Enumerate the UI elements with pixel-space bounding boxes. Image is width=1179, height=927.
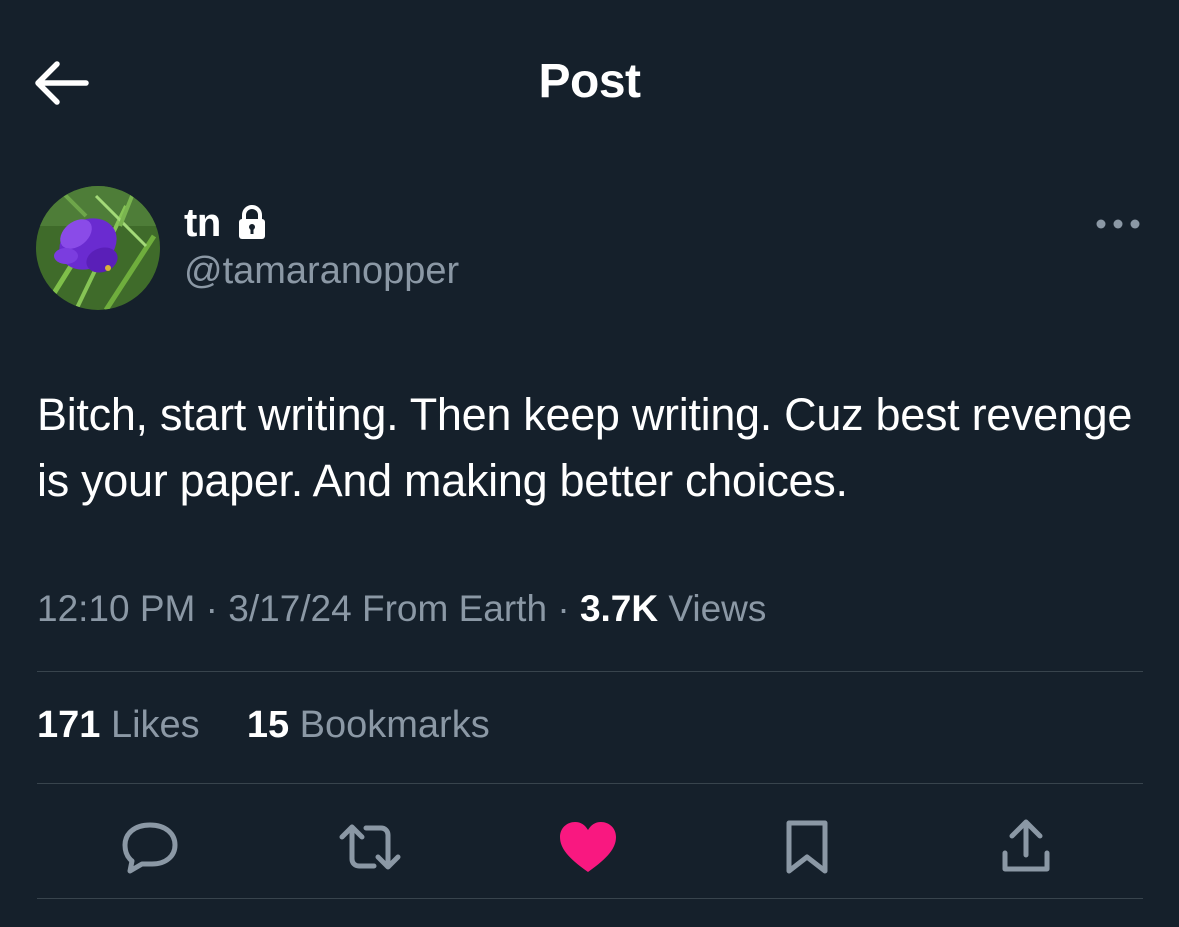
more-options-button[interactable]	[1094, 210, 1142, 238]
bookmarks-label: Bookmarks	[289, 704, 490, 746]
views-count[interactable]: 3.7K	[580, 588, 658, 629]
share-icon	[1002, 819, 1050, 872]
meta-separator: ·	[195, 588, 229, 629]
repost-button[interactable]	[338, 815, 402, 879]
post-source: From Earth	[351, 588, 548, 629]
meta-separator: ·	[547, 588, 580, 629]
repost-icon	[339, 824, 401, 870]
purple-flower-avatar	[36, 186, 160, 310]
bookmark-button[interactable]	[775, 815, 839, 879]
share-button[interactable]	[994, 815, 1058, 879]
post-date: 3/17/24	[228, 588, 352, 629]
like-button[interactable]	[556, 815, 620, 879]
divider	[37, 671, 1143, 672]
heart-icon	[560, 822, 616, 872]
lock-icon	[237, 205, 267, 241]
bookmark-icon	[786, 820, 828, 874]
top-bar: Post	[0, 0, 1179, 160]
page-title: Post	[538, 55, 641, 108]
more-horizontal-icon	[1096, 219, 1140, 229]
likes-stat[interactable]: 171 Likes	[37, 704, 200, 746]
avatar[interactable]	[36, 186, 160, 310]
likes-count: 171	[37, 704, 101, 746]
reply-button[interactable]	[118, 815, 182, 879]
display-name[interactable]: tn	[184, 201, 221, 246]
reply-icon	[122, 822, 178, 874]
divider	[37, 783, 1143, 784]
likes-label: Likes	[100, 704, 200, 746]
post-stats: 171 Likes 15 Bookmarks	[37, 704, 490, 747]
bookmarks-stat[interactable]: 15 Bookmarks	[247, 704, 490, 746]
bookmarks-count: 15	[246, 704, 290, 746]
author-name-row: tn	[184, 198, 267, 248]
post-meta: 12:10 PM · 3/17/24 From Earth · 3.7K Vie…	[37, 588, 766, 630]
divider	[37, 898, 1143, 899]
post-text: Bitch, start writing. Then keep writing.…	[37, 389, 1133, 506]
post-time: 12:10 PM	[37, 588, 196, 629]
author-handle[interactable]: @tamaranopper	[184, 250, 459, 293]
views-label[interactable]: Views	[658, 588, 766, 629]
